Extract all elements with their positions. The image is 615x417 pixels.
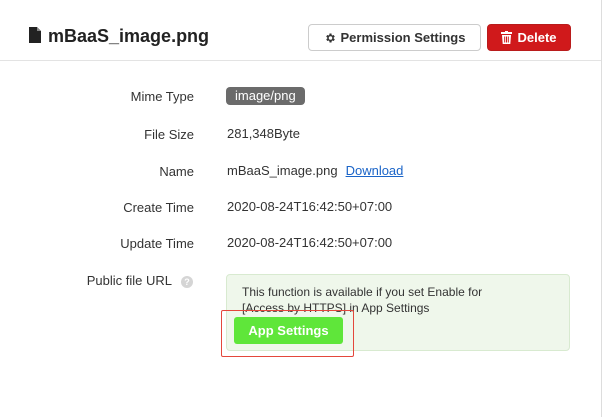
trash-icon <box>501 31 513 44</box>
gear-icon <box>325 33 335 42</box>
file-icon <box>29 27 41 43</box>
update-time-value: 2020-08-24T16:42:50+07:00 <box>227 235 393 250</box>
file-name-value: mBaaS_image.png <box>227 163 338 178</box>
file-size-value: 281,348Byte <box>227 126 301 141</box>
help-icon[interactable]: ? <box>181 276 193 288</box>
public-file-url-label: Public file URL <box>86 273 172 288</box>
highlight-box <box>221 310 354 357</box>
create-time-value: 2020-08-24T16:42:50+07:00 <box>227 199 393 214</box>
page-title: mBaaS_image.png <box>48 26 210 46</box>
update-time-label: Update Time <box>120 236 194 251</box>
file-size-label: File Size <box>144 127 194 142</box>
name-label: Name <box>159 164 194 179</box>
mime-type-badge: image/png <box>226 87 305 105</box>
download-link[interactable]: Download <box>346 163 404 178</box>
delete-label: Delete <box>517 30 557 45</box>
permission-settings-button[interactable]: Permission Settings <box>308 24 481 51</box>
create-time-label: Create Time <box>123 200 194 215</box>
delete-button[interactable]: Delete <box>487 24 571 51</box>
permission-settings-label: Permission Settings <box>340 30 466 45</box>
file-detail-panel: mBaaS_image.png Permission Settings Dele… <box>0 0 602 417</box>
mime-type-label: Mime Type <box>130 89 194 104</box>
info-message-line-1: This function is available if you set En… <box>242 285 483 299</box>
name-value-row: mBaaS_image.png Download <box>227 163 403 179</box>
panel-header: mBaaS_image.png Permission Settings Dele… <box>0 0 601 61</box>
